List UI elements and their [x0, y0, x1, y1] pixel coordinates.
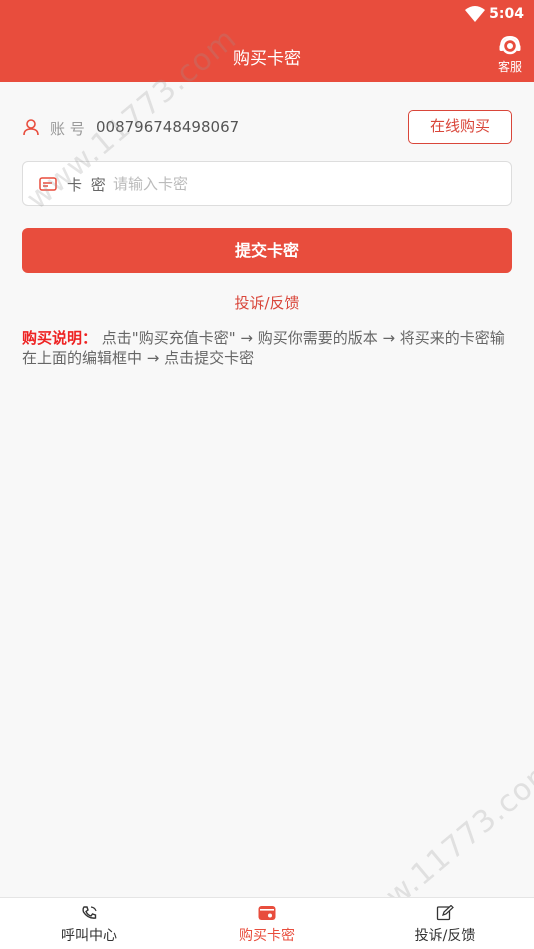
phone-icon — [82, 906, 97, 919]
wallet-icon — [258, 906, 276, 920]
user-icon — [23, 119, 39, 136]
card-key-input[interactable] — [113, 170, 493, 198]
headset-icon — [499, 35, 521, 55]
support-button[interactable]: 客服 — [494, 34, 526, 76]
app-header: 5:04 购买卡密 客服 — [0, 0, 534, 82]
status-bar: 5:04 — [0, 0, 534, 30]
purchase-instructions: 购买说明： 点击"购买充值卡密" → 购买你需要的版本 → 将买来的卡密输在上面… — [22, 328, 514, 368]
tab-label: 呼叫中心 — [61, 928, 117, 944]
edit-icon — [436, 905, 454, 921]
card-icon — [39, 177, 57, 191]
complaint-link[interactable]: 投诉/反馈 — [0, 292, 534, 313]
tab-complaint[interactable]: 投诉/反馈 — [356, 898, 534, 949]
status-time: 5:04 — [489, 6, 524, 22]
card-key-field: 卡 密 — [22, 161, 512, 206]
tab-buy-card[interactable]: 购买卡密 — [178, 898, 356, 949]
buy-online-button[interactable]: 在线购买 — [408, 110, 512, 144]
account-value: 008796748498067 — [96, 118, 240, 136]
tab-label: 购买卡密 — [239, 928, 295, 944]
card-key-label: 卡 密 — [67, 176, 108, 194]
tab-label: 投诉/反馈 — [414, 928, 476, 944]
submit-card-button[interactable]: 提交卡密 — [22, 228, 512, 273]
support-label: 客服 — [497, 60, 522, 74]
instructions-title: 购买说明： — [22, 329, 98, 347]
wifi-icon — [465, 6, 485, 22]
page-title: 购买卡密 — [233, 49, 301, 69]
bottom-tab-bar: 呼叫中心 购买卡密 投诉/反馈 — [0, 897, 534, 949]
account-row: 账 号 008796748498067 在线购买 — [22, 110, 512, 144]
account-label: 账 号 — [50, 120, 85, 138]
tab-call-center[interactable]: 呼叫中心 — [0, 898, 178, 949]
